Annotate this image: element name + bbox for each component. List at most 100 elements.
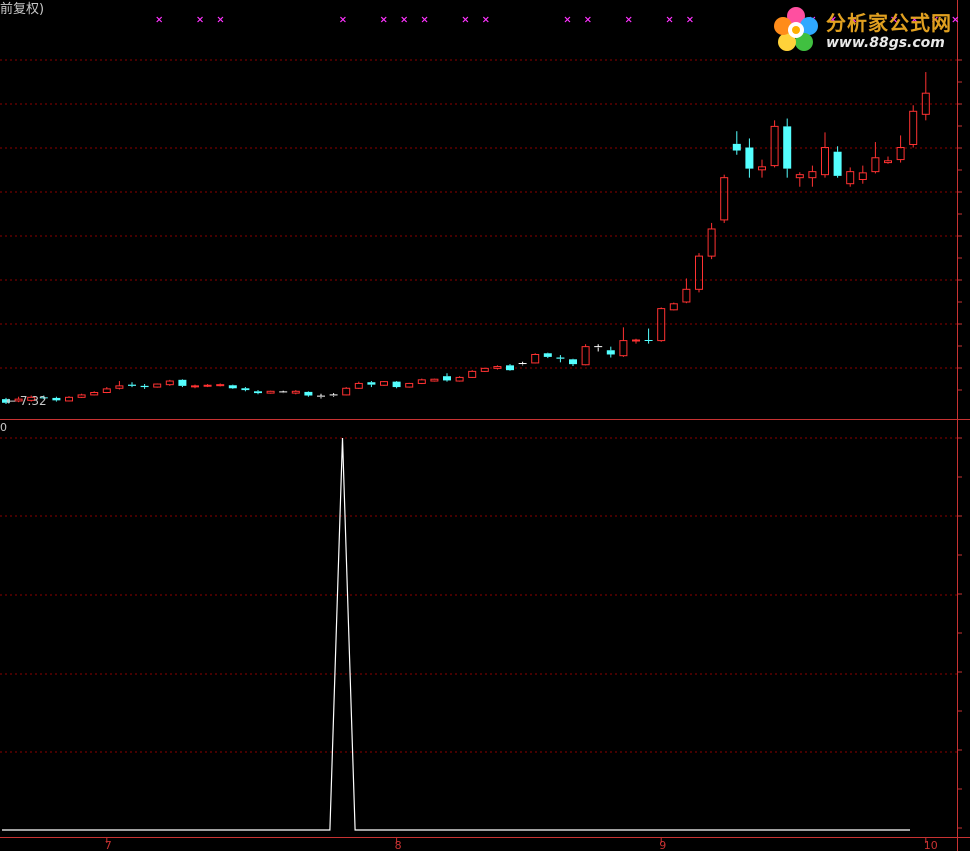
candle-body (720, 177, 729, 221)
candle (417, 378, 426, 385)
candle-body (304, 391, 313, 396)
signal-marker (625, 16, 632, 23)
chart-canvas (0, 0, 970, 851)
candle-body (191, 385, 199, 388)
candle (821, 132, 829, 178)
candle-body (254, 391, 262, 394)
candle-body (115, 385, 124, 389)
candle-body (682, 288, 691, 303)
candle-body (128, 384, 136, 386)
candle-body (657, 308, 666, 342)
candle (203, 384, 212, 388)
candle-body (291, 390, 300, 394)
candle-body (480, 367, 489, 372)
candle-body (140, 385, 149, 388)
x-tick-label: 9 (659, 839, 667, 851)
candle (556, 355, 565, 363)
candle-body (795, 174, 804, 179)
candle (594, 344, 603, 352)
flower-logo-icon (774, 7, 818, 51)
candle-body (569, 359, 577, 365)
candle-body (846, 171, 855, 185)
candle (443, 373, 451, 382)
candle (165, 379, 174, 386)
candle (644, 328, 653, 344)
logo: 分析家公式网 www.88gs.com (768, 2, 968, 56)
candle-body (392, 381, 401, 388)
candle-body (745, 147, 754, 169)
candle (833, 146, 842, 178)
candle-body (619, 340, 628, 357)
candle (216, 383, 225, 387)
price-min-label: ← 7.32 (6, 394, 47, 408)
candle-body (77, 394, 86, 398)
candle (65, 396, 73, 402)
candle-body (581, 346, 590, 366)
candle-body (543, 353, 552, 357)
candle-body (896, 147, 905, 161)
candle-body (606, 350, 615, 355)
candle-body (455, 376, 464, 382)
candle-body (468, 370, 477, 378)
candle-body (506, 365, 514, 371)
candle (858, 165, 867, 184)
candle (128, 382, 136, 388)
candle-body (632, 339, 640, 342)
logo-text: 分析家公式网 (826, 11, 952, 35)
candle-body (65, 396, 73, 402)
candle-body (770, 125, 779, 167)
candle-body (808, 171, 817, 179)
candle (871, 142, 880, 174)
candle (140, 384, 149, 389)
signal-marker (482, 16, 489, 23)
candle (606, 346, 615, 358)
candle (241, 387, 250, 392)
candle (405, 382, 414, 388)
candle (619, 327, 628, 357)
indicator-axis-label: 0 (0, 421, 7, 434)
candle (846, 167, 855, 187)
candle (543, 352, 552, 359)
candle (153, 383, 162, 388)
chart-window: 前复权) ← 7.32 0 7 8 9 10 分析家公式网 www.88gs.com (0, 0, 970, 851)
signal-marker (401, 16, 408, 23)
candle-body (669, 303, 678, 311)
candle-body (833, 151, 842, 176)
candle (758, 159, 766, 178)
candle (783, 118, 792, 178)
candle (455, 376, 464, 382)
candle (354, 381, 363, 389)
candle (392, 381, 401, 389)
candle (531, 353, 540, 364)
candle (317, 393, 325, 399)
candle-body (417, 379, 426, 384)
indicator-line (2, 437, 910, 831)
signal-marker (584, 16, 591, 23)
candle-body (758, 166, 766, 171)
candle-body (556, 357, 565, 359)
candle (329, 393, 338, 397)
chart-axes (0, 0, 970, 851)
candle (279, 390, 288, 394)
candle (115, 381, 124, 390)
candle-body (909, 110, 918, 145)
candle (569, 358, 577, 366)
candle-body (342, 387, 351, 396)
candle (342, 387, 351, 396)
candle (380, 381, 388, 386)
signal-marker (156, 16, 163, 23)
candle (518, 361, 527, 366)
candle (581, 344, 590, 366)
candle-body (732, 143, 741, 151)
candle (367, 381, 376, 388)
candle-body (821, 147, 829, 176)
signal-marker (564, 16, 571, 23)
candle-body (644, 340, 653, 341)
signal-marker (421, 16, 428, 23)
candle (77, 393, 86, 398)
signal-marker (197, 16, 203, 23)
chart-title: 前复权) (0, 2, 45, 17)
candle-body (380, 381, 388, 386)
candle-body (695, 255, 703, 290)
candle (896, 135, 905, 163)
